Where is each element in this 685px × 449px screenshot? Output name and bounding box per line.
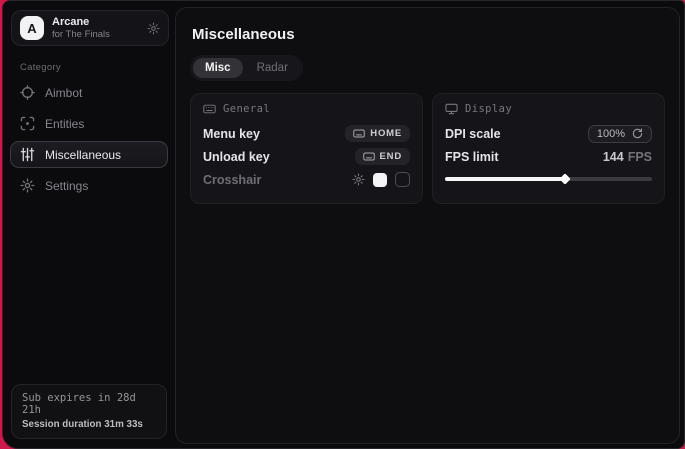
fps-limit-value: 144 — [603, 150, 624, 164]
menu-key-label: Menu key — [203, 127, 260, 141]
tab-misc[interactable]: Misc — [193, 58, 243, 78]
crosshair-settings-gear-icon[interactable] — [352, 173, 365, 186]
unload-key-label: Unload key — [203, 150, 270, 164]
general-card-title: General — [223, 103, 270, 115]
sidebar-item-entities[interactable]: Entities — [10, 110, 168, 137]
main-panel: Miscellaneous Misc Radar General — [175, 7, 680, 444]
keyboard-icon — [363, 152, 375, 161]
fps-slider-thumb[interactable] — [559, 173, 570, 184]
subscription-card: Sub expires in 28d 21h Session duration … — [11, 384, 167, 439]
app-logo: A — [20, 16, 44, 40]
app-title: Arcane — [52, 16, 139, 28]
crosshair-icon — [20, 85, 35, 100]
sidebar-item-aimbot[interactable]: Aimbot — [10, 79, 168, 106]
fps-limit-row: FPS limit 144 FPS — [445, 145, 652, 168]
sidebar-item-miscellaneous[interactable]: Miscellaneous — [10, 141, 168, 168]
sliders-icon — [20, 147, 35, 162]
menu-key-row: Menu key HOME — [203, 122, 410, 145]
gear-icon — [20, 178, 35, 193]
session-duration-text: Session duration 31m 33s — [22, 419, 156, 430]
general-card: General Menu key HOME — [190, 93, 423, 204]
sidebar-item-label: Entities — [45, 117, 84, 131]
crosshair-checkbox[interactable] — [395, 172, 410, 187]
sub-expires-text: Sub expires in 28d 21h — [22, 392, 156, 416]
fps-limit-slider[interactable] — [445, 177, 652, 181]
menu-key-value: HOME — [370, 128, 402, 139]
crosshair-row: Crosshair — [203, 168, 410, 191]
sidebar-item-settings[interactable]: Settings — [10, 172, 168, 199]
keyboard-icon — [203, 104, 216, 114]
sidebar-item-label: Miscellaneous — [45, 148, 121, 162]
menu-key-button[interactable]: HOME — [345, 125, 410, 142]
crosshair-label: Crosshair — [203, 173, 261, 187]
page-title: Miscellaneous — [192, 26, 665, 43]
monitor-icon — [445, 103, 458, 115]
unload-key-value: END — [380, 151, 402, 162]
app-subtitle: for The Finals — [52, 29, 139, 40]
unload-key-row: Unload key END — [203, 145, 410, 168]
keyboard-icon — [353, 129, 365, 138]
app-window: A Arcane for The Finals Category — [2, 0, 685, 449]
crosshair-color-swatch[interactable] — [373, 173, 387, 187]
sync-gear-icon[interactable] — [147, 22, 160, 35]
display-card: Display DPI scale 100% — [432, 93, 665, 204]
category-label: Category — [20, 62, 175, 73]
sidebar-nav: Aimbot Entities Miscel — [3, 77, 175, 201]
fps-slider-fill — [445, 177, 565, 181]
dpi-scale-row: DPI scale 100% — [445, 122, 652, 145]
scan-icon — [20, 116, 35, 131]
dpi-scale-label: DPI scale — [445, 127, 501, 141]
sidebar-item-label: Aimbot — [45, 86, 82, 100]
sidebar: A Arcane for The Finals Category — [3, 1, 175, 448]
fps-limit-unit: FPS — [628, 150, 652, 164]
fps-limit-label: FPS limit — [445, 150, 498, 164]
app-card: A Arcane for The Finals — [11, 10, 169, 46]
sidebar-item-label: Settings — [45, 179, 88, 193]
tab-bar: Misc Radar — [190, 55, 303, 81]
unload-key-button[interactable]: END — [355, 148, 410, 165]
dpi-scale-control[interactable]: 100% — [588, 125, 652, 143]
dpi-scale-value: 100% — [597, 128, 625, 140]
tab-radar[interactable]: Radar — [245, 58, 300, 78]
display-card-title: Display — [465, 103, 512, 115]
rotate-reset-icon — [632, 128, 643, 139]
